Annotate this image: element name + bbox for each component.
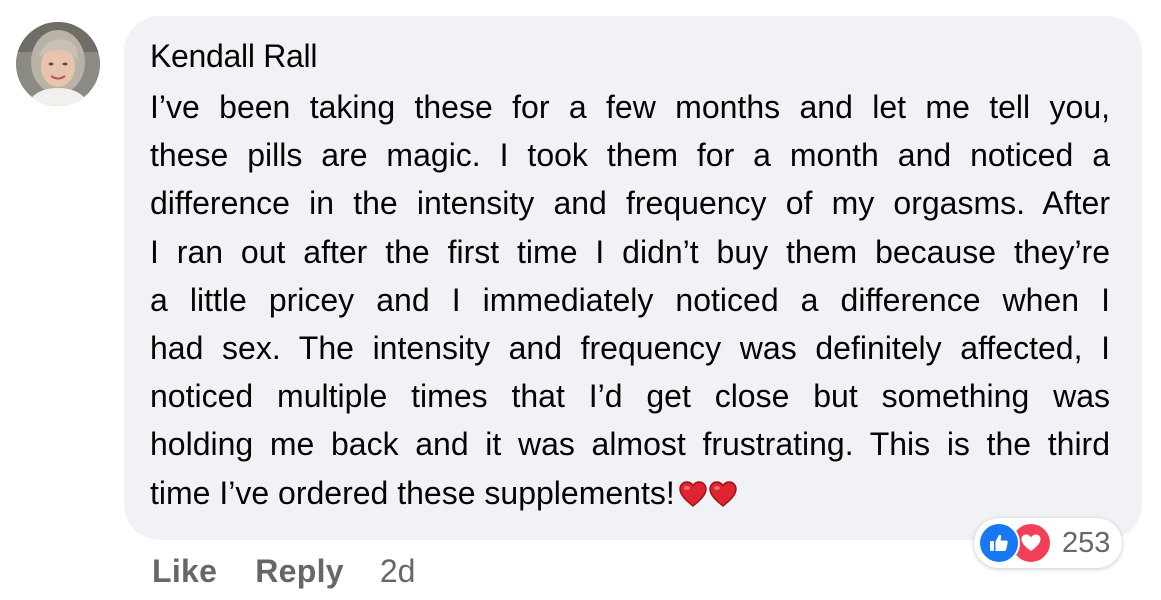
comment-actions: Like Reply 2d bbox=[152, 549, 415, 593]
avatar-photo bbox=[16, 22, 100, 106]
reaction-summary[interactable]: 253 bbox=[974, 518, 1123, 568]
comment-text-line: difference in the intensity and frequenc… bbox=[150, 185, 1110, 222]
like-reaction-icon bbox=[978, 522, 1020, 564]
comment-text-line: a little pricey and I immediately notice… bbox=[150, 281, 1110, 318]
like-button[interactable]: Like bbox=[152, 549, 217, 593]
comment-text-line: I’ve been taking these for a few months … bbox=[150, 89, 1110, 125]
comment-text-line: noticed multiple times that I’d get clos… bbox=[150, 378, 1110, 415]
avatar[interactable] bbox=[16, 22, 100, 106]
comment-text-last-line: time I’ve ordered these supplements! bbox=[150, 469, 1110, 517]
comment-text-line: time I’ve ordered these supplements! bbox=[150, 474, 675, 511]
reply-button[interactable]: Reply bbox=[255, 549, 344, 593]
comment-bubble: Kendall Rall I’ve been taking these for … bbox=[124, 16, 1142, 540]
comment-text-line: holding me back and it was almost frustr… bbox=[150, 426, 1110, 463]
comment-timestamp[interactable]: 2d bbox=[380, 549, 416, 593]
reaction-count: 253 bbox=[1062, 526, 1111, 559]
red-heart-icon bbox=[709, 480, 737, 507]
comment-text: I’ve been taking these for a few months … bbox=[150, 83, 1110, 517]
comment-text-line: these pills are magic. I took them for a… bbox=[150, 137, 1110, 174]
comment-author[interactable]: Kendall Rall bbox=[150, 36, 317, 76]
red-heart-icon bbox=[679, 480, 707, 507]
comment: Kendall Rall I’ve been taking these for … bbox=[0, 0, 1161, 600]
comment-text-line: had sex. The intensity and frequency was… bbox=[150, 329, 1110, 366]
comment-text-line: I ran out after the first time I didn’t … bbox=[150, 233, 1110, 270]
